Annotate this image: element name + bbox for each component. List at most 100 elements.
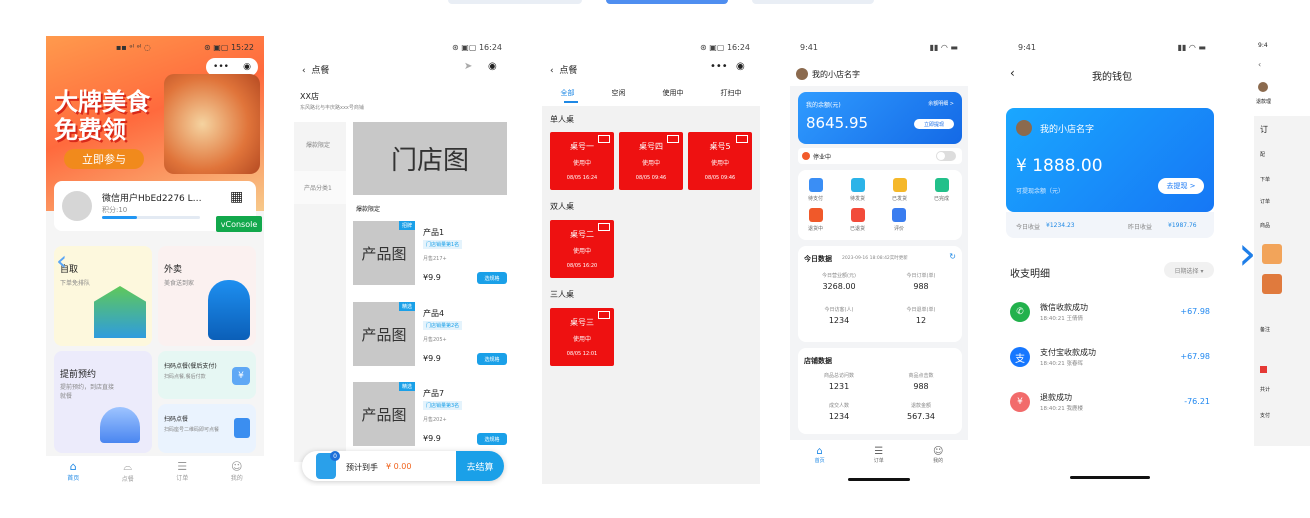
- more-icon[interactable]: •••: [213, 62, 229, 72]
- tab-all[interactable]: 全部: [561, 88, 575, 98]
- tab-idle[interactable]: 空闲: [612, 88, 626, 98]
- shortcut-returning[interactable]: 退货中: [808, 208, 823, 232]
- carousel-tab-1[interactable]: [448, 0, 582, 4]
- courier-icon: [208, 280, 250, 340]
- shortcut-review[interactable]: 评价: [892, 208, 906, 232]
- phone-scan-icon: [234, 418, 250, 438]
- shortcut-label: 待发货: [850, 196, 866, 202]
- business-toggle[interactable]: [936, 151, 956, 161]
- tab-in-use[interactable]: 使用中: [663, 88, 684, 98]
- shortcut-completed[interactable]: 已完成: [934, 178, 949, 202]
- vconsole-button[interactable]: vConsole: [216, 216, 262, 232]
- nav-order-food[interactable]: ⌓ 点餐: [122, 460, 134, 483]
- carousel-prev-icon[interactable]: ‹: [56, 244, 67, 277]
- back-icon[interactable]: ‹: [302, 66, 306, 76]
- product-name: 产品7: [423, 389, 445, 398]
- price: ¥9.9: [423, 354, 441, 363]
- tile-title: 扫码点餐: [164, 416, 189, 423]
- qrcode-icon[interactable]: ▦: [230, 189, 243, 205]
- nav-label: 点餐: [121, 475, 134, 483]
- nav-home[interactable]: ⌂ 首页: [67, 460, 79, 482]
- product-image: 产品图: [353, 382, 415, 446]
- nav-orders[interactable]: ☰ 订单: [176, 460, 188, 482]
- points-progress: [102, 216, 200, 219]
- balance-detail-link[interactable]: 余额明细 >: [928, 100, 954, 107]
- refresh-icon[interactable]: ↻: [949, 252, 956, 261]
- choose-spec-button[interactable]: 选规格: [477, 353, 507, 365]
- target-icon[interactable]: ◉: [488, 61, 497, 72]
- withdraw-button[interactable]: 去提现 >: [1158, 178, 1204, 194]
- back-icon[interactable]: ‹: [1258, 60, 1261, 69]
- tables-screen: ⊛ ▣▢ 16:24 ‹ 点餐 ••• ◉ 全部 空闲 使用中 打扫中 单人桌 …: [542, 36, 760, 484]
- income-summary: 今日收益 ¥1234.23 昨日收益 ¥1987.76: [1006, 212, 1214, 238]
- product-item[interactable]: 产品图 精选 产品4 门店销量第2名 月售205+ ¥9.9 选规格: [353, 302, 509, 382]
- stat-label: 成交人数: [828, 403, 849, 409]
- tile-reserve[interactable]: 提前预约 提前预约，到店直接就餐: [54, 351, 152, 453]
- withdraw-button[interactable]: 立即提现: [914, 119, 954, 129]
- table-card[interactable]: 桌号一 使用中 08/05 16:24: [550, 132, 614, 190]
- table-card[interactable]: 桌号二 使用中 08/05 16:20: [550, 220, 614, 278]
- close-target-icon[interactable]: ◉: [243, 62, 251, 72]
- rank-tag: 门店销量第1名: [423, 240, 463, 249]
- target-icon[interactable]: ◉: [736, 61, 745, 72]
- stat-value: 988: [913, 282, 929, 291]
- shortcut-pending-ship[interactable]: 待发货: [850, 178, 865, 202]
- table-state: 使用中: [572, 248, 591, 255]
- balance-card[interactable]: 我的余额(元) 余额明细 > 8645.95 立即提现: [798, 92, 962, 144]
- table-card[interactable]: 桌号四 使用中 08/05 09:46: [619, 132, 683, 190]
- product-item[interactable]: 产品图 精选 产品7 门店销量第3名 月售202+ ¥9.9 选规格: [353, 382, 509, 462]
- table-card[interactable]: 桌号三 使用中 08/05 12:01: [550, 308, 614, 366]
- tab-cleaning[interactable]: 打扫中: [721, 88, 742, 98]
- checkout-button[interactable]: 去结算: [456, 451, 504, 481]
- choose-spec-button[interactable]: 选规格: [477, 272, 507, 284]
- group-title: 三人桌: [550, 290, 574, 299]
- today-income: ¥1234.23: [1046, 222, 1075, 229]
- category-sidebar: 爆款限定 产品分类1: [294, 122, 346, 462]
- tile-scan-postpay[interactable]: 扫码点餐(餐后支付) 扫码点餐,餐后付款 ¥: [158, 351, 256, 399]
- shortcut-returned[interactable]: 已退货: [850, 208, 865, 232]
- list-icon: ☰: [177, 460, 188, 473]
- home-icon: ⌂: [816, 446, 823, 457]
- record-meta: 18:40:21 张春晖: [1040, 361, 1083, 367]
- record-row[interactable]: ¥ 退款成功 18:40:21 我鹿楼 -76.21: [1006, 384, 1214, 420]
- partial-label: 共计: [1260, 387, 1271, 393]
- carousel-tab-3[interactable]: [752, 0, 874, 4]
- nav-label: 订单: [873, 458, 884, 464]
- tile-title: 外卖: [164, 265, 183, 275]
- table-time: 08/05 09:46: [635, 175, 667, 181]
- shortcut-shipped[interactable]: 已发货: [892, 178, 907, 202]
- more-icon[interactable]: •••: [710, 61, 728, 72]
- category-item[interactable]: 产品分类1: [294, 171, 346, 204]
- category-item[interactable]: 爆款限定: [294, 122, 346, 149]
- tile-pickup[interactable]: 自取 下单免排队: [54, 246, 152, 346]
- cart-count-badge: 0: [330, 451, 340, 461]
- table-card[interactable]: 桌号5 使用中 08/05 09:46: [688, 132, 752, 190]
- nav-mine[interactable]: ☺ 我的: [231, 460, 243, 482]
- user-icon: ☺: [932, 446, 944, 457]
- today-update-time: 2023-09-16 18:08:42实时更新: [842, 256, 908, 261]
- partial-label: 订: [1260, 125, 1268, 134]
- user-icon: ☺: [231, 460, 243, 473]
- table-time: 08/05 16:24: [566, 175, 598, 181]
- tile-delivery[interactable]: 外卖 美食送到家: [158, 246, 256, 346]
- nav-home[interactable]: ⌂ 首页: [815, 446, 825, 486]
- cart-bar[interactable]: 0 预计到手 ¥ 0.00 去结算: [302, 451, 504, 481]
- tile-subtitle: 提前预约，到店直接就餐: [60, 384, 115, 400]
- tile-scan-order[interactable]: 扫码点餐 扫码座号二维码即可点餐: [158, 404, 256, 453]
- location-icon[interactable]: ➤: [464, 61, 472, 72]
- choose-spec-button[interactable]: 选规格: [477, 433, 507, 445]
- back-icon[interactable]: ‹: [550, 66, 554, 76]
- shop-name: 我的小店名字: [812, 70, 860, 79]
- record-title: 微信收款成功: [1040, 303, 1088, 312]
- join-button[interactable]: 立即参与: [64, 149, 144, 169]
- table-state: 使用中: [641, 160, 660, 167]
- table-state: 使用中: [710, 160, 729, 167]
- record-row[interactable]: ✆ 微信收款成功 18:40:21 王倩倩 +67.98: [1006, 294, 1214, 330]
- product-item[interactable]: 产品图 招牌 产品1 门店销量第1名 月售217+ ¥9.9 选规格: [353, 221, 509, 301]
- carousel-tab-2[interactable]: [606, 0, 728, 4]
- nav-mine[interactable]: ☺ 我的: [933, 446, 943, 486]
- shortcut-pending-pay[interactable]: 待支付: [808, 178, 823, 202]
- date-select[interactable]: 日期选择 ▾: [1164, 262, 1214, 278]
- record-row[interactable]: 支 支付宝收款成功 18:40:21 张春晖 +67.98: [1006, 339, 1214, 375]
- product-thumb: [1262, 274, 1282, 294]
